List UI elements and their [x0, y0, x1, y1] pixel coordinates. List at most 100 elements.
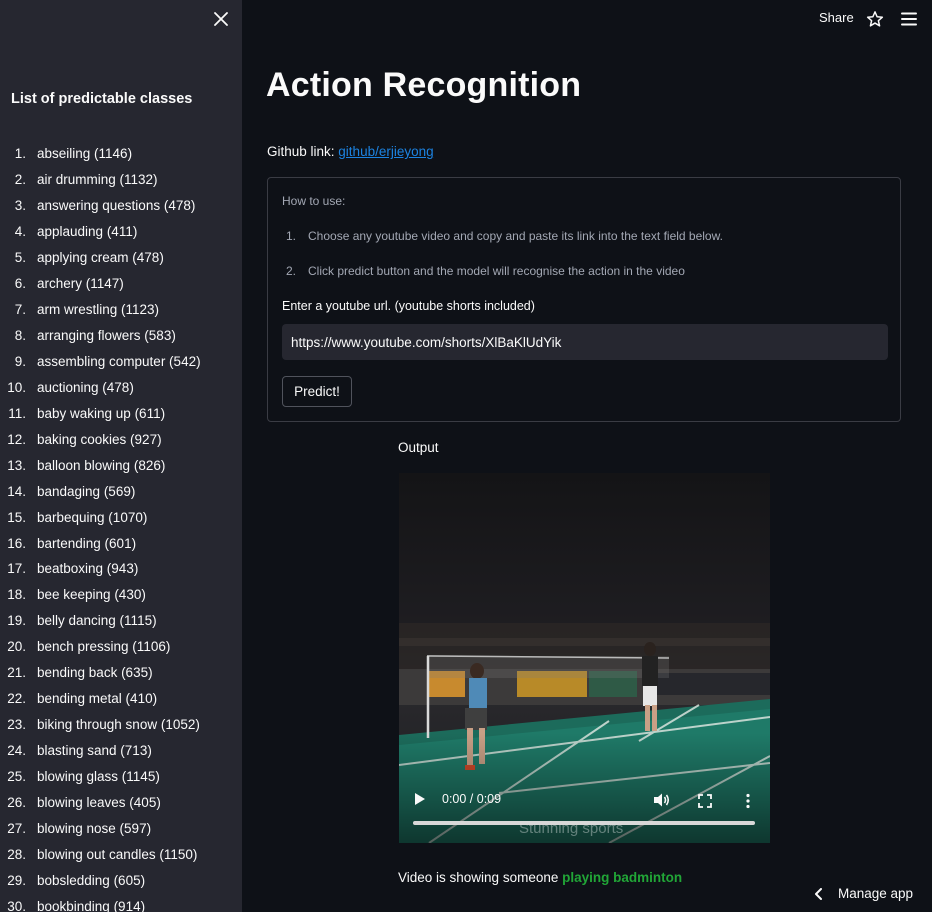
list-item: 19. belly dancing (1115)	[0, 608, 242, 634]
list-item-label: applauding (411)	[37, 224, 138, 240]
list-item-label: bending metal (410)	[37, 691, 158, 707]
list-item-number: 29.	[7, 872, 26, 888]
list-item-number: 4.	[14, 224, 26, 240]
video-progress-bar[interactable]	[413, 821, 755, 825]
chevron-left-icon	[815, 887, 822, 900]
list-item: 9. assembling computer (542)	[0, 349, 242, 375]
github-line: Github link: github/erjieyong	[267, 144, 434, 159]
list-item-label: belly dancing (1115)	[37, 613, 157, 629]
list-item: 11. baby waking up (611)	[0, 400, 242, 426]
list-item-number: 25.	[7, 768, 26, 784]
list-item: 12. baking cookies (927)	[0, 426, 242, 452]
list-item-label: blowing nose (597)	[37, 820, 152, 836]
list-item-number: 10.	[7, 379, 26, 395]
list-item: 30. bookbinding (914)	[0, 893, 242, 912]
prediction-result: Video is showing someone playing badmint…	[398, 870, 682, 885]
sidebar: List of predictable classes 1. abseiling …	[0, 0, 242, 912]
list-item-number: 6.	[14, 276, 26, 292]
list-item-label: auctioning (478)	[37, 379, 134, 395]
list-item-number: 20.	[7, 639, 26, 655]
list-item-label: bee keeping (430)	[37, 587, 146, 603]
list-item-label: air drumming (1132)	[37, 172, 158, 188]
step-number: 1.	[286, 229, 297, 243]
close-sidebar-button[interactable]	[210, 8, 232, 30]
list-item: 26. blowing leaves (405)	[0, 789, 242, 815]
list-item-number: 26.	[7, 794, 26, 810]
list-item: 28. blowing out candles (1150)	[0, 841, 242, 867]
close-icon	[214, 12, 228, 26]
list-item: 13. balloon blowing (826)	[0, 452, 242, 478]
volume-icon[interactable]	[653, 792, 671, 808]
video-player[interactable]: 0:00 / 0:09 Stunning sports	[399, 473, 770, 843]
video-time: 0:00 / 0:09	[442, 792, 502, 806]
list-item: 3. answering questions (478)	[0, 193, 242, 219]
video-frame	[399, 473, 770, 843]
step-item: 1. Choose any youtube video and copy and…	[282, 229, 723, 243]
step-text: Choose any youtube video and copy and pa…	[308, 229, 723, 243]
list-item-label: bench pressing (1106)	[37, 639, 171, 655]
list-item-number: 9.	[14, 353, 26, 369]
hamburger-menu-icon[interactable]	[900, 10, 918, 28]
list-item-number: 17.	[7, 561, 26, 577]
github-link[interactable]: github/erjieyong	[338, 144, 433, 159]
list-item-number: 28.	[7, 846, 26, 862]
list-item-number: 14.	[7, 483, 26, 499]
list-item-label: assembling computer (542)	[37, 353, 201, 369]
list-item-label: archery (1147)	[37, 276, 124, 292]
list-item-number: 23.	[7, 717, 26, 733]
list-item-number: 21.	[7, 665, 26, 681]
list-item: 14. bandaging (569)	[0, 478, 242, 504]
list-item-number: 16.	[7, 535, 26, 551]
list-item: 27. blowing nose (597)	[0, 815, 242, 841]
list-item-label: arm wrestling (1123)	[37, 302, 160, 318]
list-item-number: 8.	[14, 328, 26, 344]
result-prefix: Video is showing someone	[398, 870, 563, 885]
list-item-number: 2.	[14, 172, 26, 188]
sidebar-title: List of predictable classes	[11, 91, 193, 107]
list-item: 21. bending back (635)	[0, 660, 242, 686]
list-item: 20. bench pressing (1106)	[0, 634, 242, 660]
list-item-label: bookbinding (914)	[37, 898, 146, 912]
list-item-label: biking through snow (1052)	[37, 717, 200, 733]
list-item-number: 22.	[7, 691, 26, 707]
list-item: 10. auctioning (478)	[0, 374, 242, 400]
list-item-label: barbequing (1070)	[37, 509, 148, 525]
share-button[interactable]: Share	[819, 10, 854, 25]
list-item-number: 24.	[7, 743, 26, 759]
predict-button[interactable]: Predict!	[282, 376, 352, 407]
list-item: 23. biking through snow (1052)	[0, 712, 242, 738]
list-item: 17. beatboxing (943)	[0, 556, 242, 582]
play-icon[interactable]	[413, 791, 427, 807]
manage-app-button[interactable]: Manage app	[814, 886, 913, 901]
more-options-icon[interactable]	[742, 793, 754, 809]
list-item-label: baking cookies (927)	[37, 431, 162, 447]
list-item: 8. arranging flowers (583)	[0, 323, 242, 349]
list-item-number: 30.	[7, 898, 26, 912]
list-item: 6. archery (1147)	[0, 271, 242, 297]
list-item: 2. air drumming (1132)	[0, 167, 242, 193]
list-item-number: 11.	[8, 405, 26, 421]
list-item-label: beatboxing (943)	[37, 561, 139, 577]
list-item: 24. blasting sand (713)	[0, 738, 242, 764]
list-item-number: 12.	[7, 431, 26, 447]
list-item-number: 15.	[7, 509, 26, 525]
star-icon[interactable]	[866, 10, 884, 28]
youtube-url-input[interactable]	[282, 324, 888, 360]
list-item-number: 18.	[7, 587, 26, 603]
url-label: Enter a youtube url. (youtube shorts inc…	[282, 299, 535, 313]
list-item: 18. bee keeping (430)	[0, 582, 242, 608]
class-list: 1. abseiling (1146) 2. air drumming (1132) 3…	[0, 141, 242, 912]
list-item: 22. bending metal (410)	[0, 686, 242, 712]
list-item: 25. blowing glass (1145)	[0, 764, 242, 790]
howto-title: How to use:	[282, 194, 346, 208]
list-item-number: 19.	[7, 613, 26, 629]
list-item-label: abseiling (1146)	[37, 146, 133, 162]
list-item: 29. bobsledding (605)	[0, 867, 242, 893]
list-item-label: bobsledding (605)	[37, 872, 146, 888]
predicted-action: playing badminton	[562, 870, 683, 885]
fullscreen-icon[interactable]	[697, 793, 713, 809]
step-text: Click predict button and the model will …	[308, 264, 685, 278]
step-number: 2.	[286, 264, 297, 278]
list-item-number: 27.	[7, 820, 26, 836]
list-item-label: applying cream (478)	[37, 250, 164, 266]
